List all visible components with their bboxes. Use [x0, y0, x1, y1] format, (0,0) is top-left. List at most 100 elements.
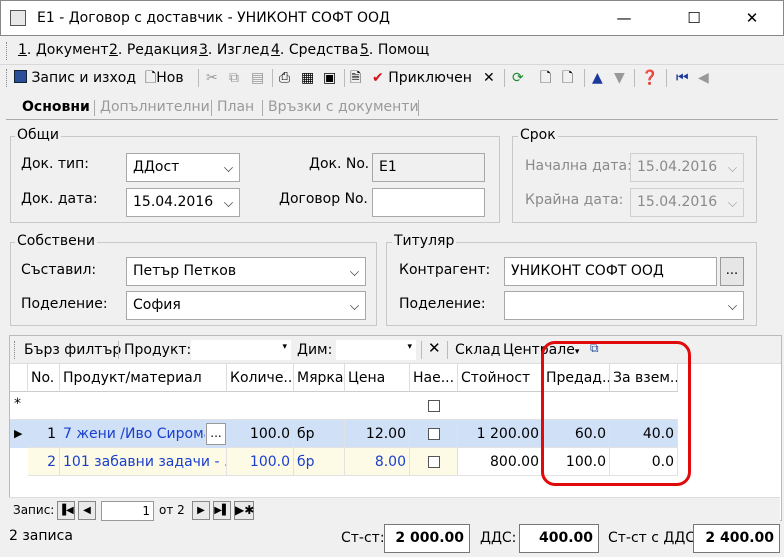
column-header-product[interactable]: Продукт/материал — [60, 364, 227, 392]
end-date-label: Крайна дата: — [525, 192, 624, 208]
refresh-icon[interactable]: ⟳ — [512, 68, 524, 88]
warehouse-label: Склад — [455, 342, 501, 358]
menu-bar: 1. Документ 2. Редакция 3. Изглед 4. Сре… — [0, 37, 784, 65]
paste-icon[interactable]: ▤ — [251, 68, 264, 88]
minimize-button[interactable]: — — [601, 1, 647, 35]
chevron-down-icon — [224, 198, 233, 207]
menu-help[interactable]: 5. Помощ — [360, 42, 429, 58]
tab-basic[interactable]: Основни — [22, 99, 90, 115]
app-icon — [10, 10, 26, 26]
price-cell[interactable]: 8.00 — [345, 448, 410, 476]
prev-record-icon[interactable]: ◀ — [698, 68, 709, 88]
current-record-input[interactable]: 1 — [101, 501, 154, 521]
next-record-button[interactable]: ▶ — [192, 501, 210, 520]
quantity-cell[interactable]: 100.0 — [227, 420, 294, 448]
print-icon[interactable]: ⎙ — [279, 68, 290, 88]
contract-no-label: Договор No. — [279, 191, 368, 207]
tab-document-links[interactable]: Връзки с документи — [268, 99, 419, 115]
partner-browse-button[interactable]: ... — [720, 257, 744, 286]
column-header-unit[interactable]: Мярка — [294, 364, 345, 392]
record-navigator: Запис: ▐◀ ◀ 1 от 2 ▶ ▶▌ ▶✱ — [9, 497, 780, 523]
holder-division-select[interactable] — [504, 291, 744, 320]
tab-separator — [94, 100, 95, 116]
clear-filter-icon[interactable]: ✕ — [428, 339, 441, 357]
partner-field[interactable]: УНИКОНТ СОФТ ООД — [504, 257, 717, 286]
author-label: Съставил: — [21, 262, 97, 278]
first-record-icon[interactable]: ⏮ — [676, 68, 689, 88]
arrow-down-icon[interactable]: ▼ — [614, 68, 625, 88]
rent-checkbox[interactable] — [428, 428, 440, 440]
dropdown-arrow-icon: ▾ — [407, 342, 412, 352]
row-header-corner — [10, 364, 28, 392]
arrow-up-icon[interactable]: ▲ — [592, 68, 603, 88]
toolbar-separator — [504, 69, 505, 87]
toolbar-grip — [6, 69, 9, 87]
toolbar-separator — [584, 69, 585, 87]
close-button[interactable]: ✕ — [729, 1, 775, 35]
cost-label: Ст-ст: — [341, 530, 385, 546]
chevron-down-icon — [728, 163, 737, 172]
own-group-title: Собствени — [15, 233, 97, 249]
quantity-cell[interactable]: 100.0 — [227, 448, 294, 476]
vat-label: ДДС: — [480, 530, 517, 546]
first-record-button[interactable]: ▐◀ — [57, 501, 75, 520]
doc-no-field[interactable]: E1 — [372, 153, 485, 182]
author-select[interactable]: Петър Петков — [126, 257, 366, 286]
cancel-x-icon[interactable]: ✕ — [483, 68, 495, 88]
save-exit-button[interactable]: Запис и изход — [14, 68, 136, 88]
finalized-button[interactable]: ✔ Приключен — [372, 68, 472, 88]
main-toolbar: Запис и изход 🗋Нов ✂ ⧉ ▤ ⎙ ▦ ▣ 🗎 ✔ Прикл… — [0, 66, 784, 90]
doc-no-label: Док. No. — [309, 156, 370, 172]
toolbar-separator — [421, 341, 422, 359]
total-with-vat-value: 2 400.00 — [693, 524, 780, 553]
preview-icon[interactable]: ▦ — [301, 68, 314, 88]
highlight-rectangle — [541, 341, 691, 486]
dim-filter-select[interactable]: ▾ — [336, 340, 416, 360]
contract-no-field[interactable] — [372, 188, 485, 217]
menu-edit[interactable]: 2. Редакция — [109, 42, 198, 58]
doc-date-picker[interactable]: 15.04.2016 — [126, 188, 240, 217]
product-cell[interactable]: 101 забавни задачи - ... — [60, 448, 227, 476]
menu-document[interactable]: 1. Документ — [18, 42, 109, 58]
end-date-picker[interactable]: 15.04.2016 — [630, 188, 744, 217]
menu-grip — [6, 42, 9, 60]
unit-cell[interactable]: бр — [294, 420, 345, 448]
last-record-button[interactable]: ▶▌ — [213, 501, 231, 520]
rent-checkbox[interactable] — [428, 456, 440, 468]
price-cell[interactable]: 12.00 — [345, 420, 410, 448]
product-browse-button[interactable]: ... — [206, 423, 226, 445]
menu-tools[interactable]: 4. Средства — [271, 42, 358, 58]
product-cell[interactable]: 7 жени /Иво Сирома — [60, 420, 206, 448]
own-division-select[interactable]: София — [126, 291, 366, 320]
maximize-button[interactable]: ☐ — [671, 1, 717, 35]
tab-separator — [418, 100, 419, 116]
column-header-rent[interactable]: Нае... — [410, 364, 458, 392]
copy-icon[interactable]: ⧉ — [229, 68, 239, 88]
doc-date-label: Док. дата: — [21, 191, 98, 207]
prev-record-button[interactable]: ◀ — [78, 501, 96, 520]
tab-additional[interactable]: Допълнителни — [100, 99, 210, 115]
product-filter-select[interactable]: ▾ — [191, 340, 291, 360]
tab-plan[interactable]: План — [217, 99, 254, 115]
column-header-value[interactable]: Стойност — [458, 364, 543, 392]
pages-icon[interactable]: 🗋 — [562, 68, 573, 88]
column-header-no[interactable]: No. — [28, 364, 60, 392]
menu-view[interactable]: 3. Изглед — [199, 42, 269, 58]
page-icon[interactable]: 🗋 — [540, 68, 551, 88]
column-header-price[interactable]: Цена — [345, 364, 410, 392]
new-button[interactable]: 🗋Нов — [145, 68, 184, 88]
chevron-down-icon — [224, 163, 233, 172]
document-edit-icon[interactable]: 🗎 — [350, 68, 361, 88]
record-count-label: от 2 — [159, 503, 185, 517]
cut-icon[interactable]: ✂ — [206, 68, 218, 88]
column-header-quantity[interactable]: Количе... — [227, 364, 294, 392]
export-icon[interactable]: ▣ — [323, 68, 336, 88]
toolbar-separator — [447, 341, 448, 359]
start-date-picker[interactable]: 15.04.2016 — [630, 153, 744, 182]
rent-checkbox[interactable] — [428, 400, 440, 412]
new-record-button[interactable]: ▶✱ — [234, 501, 254, 520]
help-icon[interactable]: ❓ — [641, 68, 658, 88]
current-row-arrow-icon: ▶ — [14, 427, 23, 440]
doc-type-select[interactable]: ДДост — [126, 153, 240, 182]
unit-cell[interactable]: бр — [294, 448, 345, 476]
